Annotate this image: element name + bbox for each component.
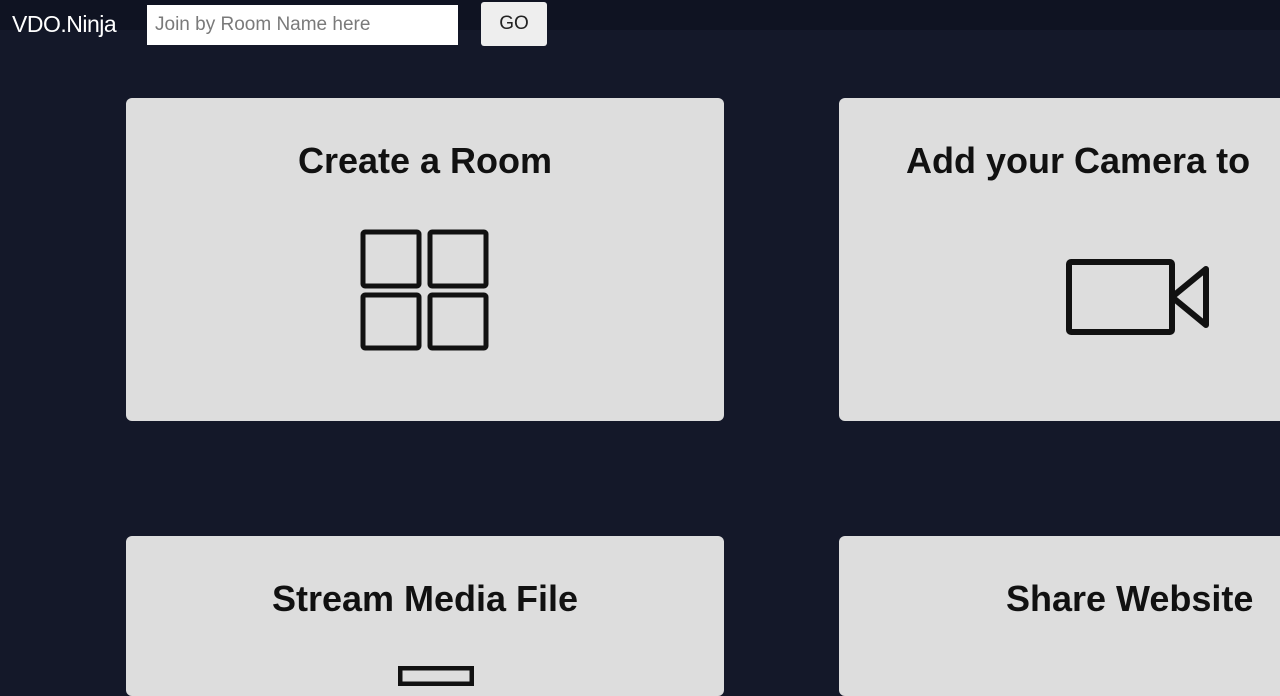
add-camera-card[interactable]: Add your Camera to — [839, 98, 1280, 421]
grid-icon — [360, 229, 489, 351]
app-title: VDO.Ninja — [12, 11, 117, 37]
media-file-icon — [398, 666, 474, 686]
card-title: Share Website — [1006, 578, 1254, 619]
create-room-card[interactable]: Create a Room — [126, 98, 724, 421]
card-title: Add your Camera to — [906, 140, 1251, 181]
card-title: Stream Media File — [271, 578, 579, 619]
video-camera-icon — [1066, 259, 1209, 335]
card-title: Create a Room — [297, 140, 553, 181]
room-name-input[interactable] — [147, 5, 458, 45]
share-website-card[interactable]: Share Website — [839, 536, 1280, 696]
stream-media-card[interactable]: Stream Media File — [126, 536, 724, 696]
go-button[interactable]: GO — [481, 2, 547, 46]
